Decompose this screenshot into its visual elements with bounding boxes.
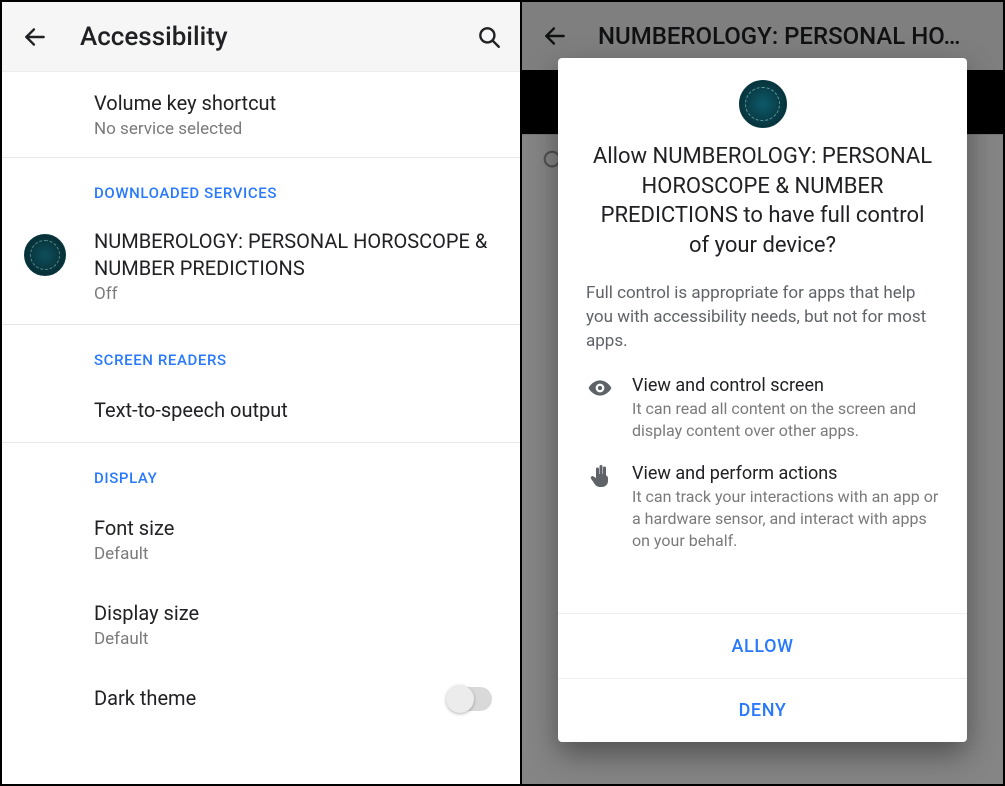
section-downloaded-services: DOWNLOADED SERVICES xyxy=(2,158,520,212)
item-title: Font size xyxy=(94,515,498,542)
permission-dialog: Allow NUMBEROLOGY: PERSONAL HOROSCOPE & … xyxy=(558,58,967,742)
item-display-size[interactable]: Display size Default xyxy=(2,582,520,667)
item-title: Dark theme xyxy=(94,685,196,712)
page-title: Accessibility xyxy=(80,22,476,52)
permission-view-control-screen: View and control screen It can read all … xyxy=(558,361,967,441)
permission-dialog-screen: NUMBEROLOGY: PERSONAL HO… Allow NUMBEROL… xyxy=(522,2,1003,784)
item-title: Text-to-speech output xyxy=(94,397,498,424)
item-volume-key-shortcut[interactable]: Volume key shortcut No service selected xyxy=(2,72,520,157)
section-display: DISPLAY xyxy=(2,443,520,497)
back-arrow-icon[interactable] xyxy=(22,24,48,50)
item-title: Display size xyxy=(94,600,498,627)
permission-subtitle: It can track your interactions with an a… xyxy=(632,486,939,551)
dialog-description: Full control is appropriate for apps tha… xyxy=(558,261,967,361)
item-font-size[interactable]: Font size Default xyxy=(2,497,520,582)
section-screen-readers: SCREEN READERS xyxy=(2,325,520,379)
app-icon xyxy=(24,234,66,276)
dialog-buttons: ALLOW DENY xyxy=(558,613,967,742)
item-subtitle: Default xyxy=(94,629,498,649)
permission-title: View and control screen xyxy=(632,375,939,396)
settings-list: Volume key shortcut No service selected … xyxy=(2,72,520,730)
app-icon xyxy=(739,80,787,128)
dialog-title: Allow NUMBEROLOGY: PERSONAL HOROSCOPE & … xyxy=(558,142,967,261)
permission-view-perform-actions: View and perform actions It can track yo… xyxy=(558,441,967,551)
item-title: NUMBEROLOGY: PERSONAL HOROSCOPE & NUMBER… xyxy=(94,228,498,282)
item-subtitle: Off xyxy=(94,284,498,304)
item-tts-output[interactable]: Text-to-speech output xyxy=(2,379,520,442)
eye-icon xyxy=(586,375,614,441)
item-subtitle: Default xyxy=(94,544,498,564)
permission-subtitle: It can read all content on the screen an… xyxy=(632,398,939,441)
item-title: Volume key shortcut xyxy=(94,90,498,117)
permission-title: View and perform actions xyxy=(632,463,939,484)
search-icon[interactable] xyxy=(476,24,502,50)
dark-theme-switch[interactable] xyxy=(448,687,492,711)
appbar: Accessibility xyxy=(2,2,520,72)
settings-accessibility-screen: Accessibility Volume key shortcut No ser… xyxy=(2,2,522,784)
deny-button[interactable]: DENY xyxy=(558,678,967,742)
item-dark-theme[interactable]: Dark theme xyxy=(2,667,520,730)
allow-button[interactable]: ALLOW xyxy=(558,614,967,678)
item-app-service[interactable]: NUMBEROLOGY: PERSONAL HOROSCOPE & NUMBER… xyxy=(2,212,520,324)
item-subtitle: No service selected xyxy=(94,119,498,139)
hand-icon xyxy=(586,463,614,551)
